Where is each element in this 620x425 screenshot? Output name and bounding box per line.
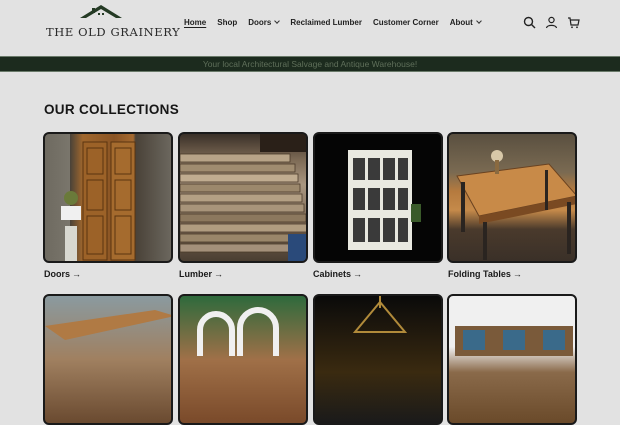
collection-card-cabinets[interactable]: [313, 132, 443, 263]
arched-windows-image: [197, 307, 279, 356]
folding-table-image: [456, 150, 575, 260]
nav-customer-corner[interactable]: Customer Corner: [373, 18, 439, 27]
house-logo-icon: [80, 5, 122, 18]
collection-card-7[interactable]: [313, 294, 443, 425]
nav-about[interactable]: About: [449, 18, 482, 27]
arrow-right-icon: →: [214, 269, 224, 279]
nav-customer-corner-label: Customer Corner: [372, 18, 439, 27]
arrow-right-icon: →: [353, 269, 363, 279]
logo[interactable]: THE OLD GRAINERY: [46, 4, 180, 42]
collection-label-cabinets-text: Cabinets: [313, 269, 352, 279]
chevron-down-icon: [274, 18, 281, 24]
bench-image: [45, 310, 171, 340]
site-header: THE OLD GRAINERY Home Shop Doors Reclaim…: [0, 0, 620, 56]
cart-icon[interactable]: [567, 16, 580, 29]
collection-card-8[interactable]: [447, 294, 577, 425]
doors-image: [61, 141, 136, 261]
nav-doors-label: Doors: [248, 18, 272, 27]
account-icon[interactable]: [545, 16, 558, 29]
collection-label-folding-tables-text: Folding Tables: [448, 269, 511, 279]
nav-reclaimed-lumber-label: Reclaimed Lumber: [290, 18, 362, 27]
nav-shop-label: Shop: [217, 18, 238, 27]
collection-label-cabinets[interactable]: Cabinets →: [313, 269, 362, 279]
nav-home[interactable]: Home: [184, 18, 206, 27]
collection-card-folding-tables[interactable]: [447, 132, 577, 263]
chevron-down-icon: [476, 18, 482, 24]
collections-title: OUR COLLECTIONS: [44, 102, 179, 117]
windows-image: [455, 326, 573, 356]
announcement-bar: Your local Architectural Salvage and Ant…: [0, 56, 620, 72]
search-icon[interactable]: [523, 16, 536, 29]
collection-label-doors[interactable]: Doors →: [44, 269, 81, 279]
collection-label-folding-tables[interactable]: Folding Tables →: [448, 269, 522, 279]
main-nav: Home Shop Doors Reclaimed Lumber Custome…: [184, 18, 492, 27]
collection-card-5[interactable]: [43, 294, 173, 425]
collection-card-doors[interactable]: [43, 132, 173, 263]
logo-text: THE OLD GRAINERY: [46, 25, 181, 39]
lumber-image: [180, 134, 306, 261]
nav-reclaimed-lumber[interactable]: Reclaimed Lumber: [290, 18, 362, 27]
arrow-right-icon: →: [512, 269, 522, 279]
collection-card-6[interactable]: [178, 294, 308, 425]
collection-label-lumber-text: Lumber: [179, 269, 213, 279]
collection-card-lumber[interactable]: [178, 132, 308, 263]
pagoda-image: [352, 296, 408, 333]
arrow-right-icon: →: [72, 269, 82, 279]
nav-about-label: About: [449, 18, 473, 27]
header-icons: [523, 16, 580, 29]
nav-doors[interactable]: Doors: [248, 18, 281, 27]
announcement-text: Your local Architectural Salvage and Ant…: [202, 59, 418, 69]
cabinets-image: [348, 150, 421, 250]
nav-home-label: Home: [184, 18, 207, 27]
collection-label-doors-text: Doors: [44, 269, 71, 279]
nav-shop[interactable]: Shop: [217, 18, 237, 27]
collection-label-lumber[interactable]: Lumber →: [179, 269, 223, 279]
